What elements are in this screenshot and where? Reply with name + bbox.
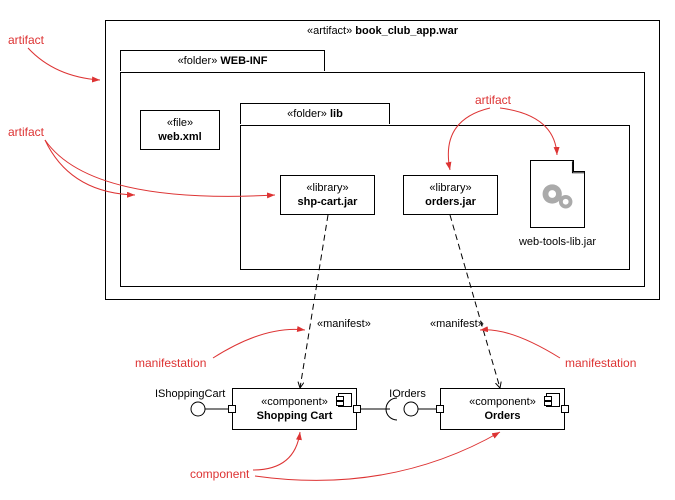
library-orders-stereo: «library» (429, 182, 471, 194)
iface-iorders-label: IOrders (380, 387, 435, 401)
file-webxml: «file» web.xml (140, 110, 220, 150)
artifact-main-name: book_club_app.war (355, 25, 458, 37)
library-webtools-icon (530, 160, 585, 228)
component-orders-stereo: «component» (469, 396, 536, 408)
library-orders: «library» orders.jar (403, 175, 498, 215)
artifact-main-stereo: «artifact» (307, 25, 352, 37)
callout-manifestation-1: manifestation (135, 356, 206, 370)
component-orders: «component» Orders (440, 388, 565, 430)
library-webtools-name: web-tools-lib.jar (510, 235, 605, 249)
component-orders-name: Orders (484, 410, 520, 422)
component-shopping-stereo: «component» (261, 396, 328, 408)
folder-webinf-tab: «folder» WEB-INF (120, 50, 325, 71)
component-shopping-name: Shopping Cart (257, 410, 333, 422)
artifact-main-title: «artifact» book_club_app.war (106, 21, 659, 41)
file-webxml-name: web.xml (158, 131, 201, 143)
library-shpcart-stereo: «library» (306, 182, 348, 194)
port-shopping-left (228, 405, 236, 413)
port-orders-left (436, 405, 444, 413)
file-webxml-stereo: «file» (167, 117, 193, 129)
callout-artifact-1: artifact (8, 33, 44, 47)
folder-webinf-stereo: «folder» (178, 55, 218, 67)
manifest-label-1: «manifest» (317, 317, 371, 331)
port-orders-right (561, 405, 569, 413)
folder-webinf-name: WEB-INF (220, 55, 267, 67)
callout-artifact-2: artifact (8, 125, 44, 139)
callout-component: component (190, 467, 249, 481)
callout-manifestation-2: manifestation (565, 356, 636, 370)
component-icon (338, 393, 352, 407)
callout-artifact-3: artifact (475, 93, 511, 107)
folder-lib-tab: «folder» lib (240, 103, 390, 124)
library-shpcart: «library» shp-cart.jar (280, 175, 375, 215)
folder-lib-stereo: «folder» (287, 108, 327, 120)
component-shopping-cart: «component» Shopping Cart (232, 388, 357, 430)
port-shopping-right (353, 405, 361, 413)
manifest-label-2: «manifest» (430, 317, 484, 331)
library-orders-name: orders.jar (425, 196, 476, 208)
iface-ishoppingcart-label: IShoppingCart (155, 387, 235, 401)
folder-lib-name: lib (330, 108, 343, 120)
library-shpcart-name: shp-cart.jar (298, 196, 358, 208)
component-icon (546, 393, 560, 407)
